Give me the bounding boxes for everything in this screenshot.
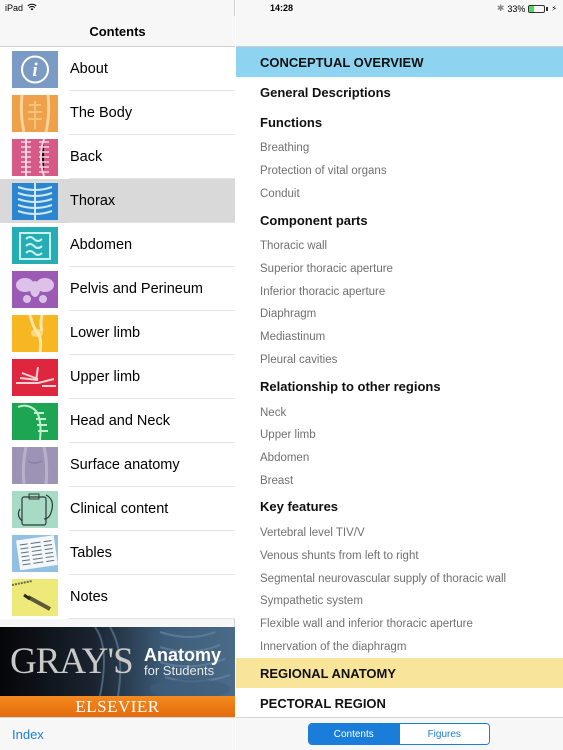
bluetooth-icon: ✱ <box>496 3 505 13</box>
chapter-item-clinical-content[interactable]: Clinical content <box>0 487 235 531</box>
spine-icon <box>12 138 58 176</box>
info-icon: i <box>12 50 58 88</box>
contents-sidebar: Contents i About The Body Back Thorax Abdomen… <box>0 0 235 750</box>
subtopic-item[interactable]: Pleural cavities <box>236 349 563 372</box>
chapter-label: Thorax <box>70 193 116 209</box>
section-header[interactable]: CONCEPTUAL OVERVIEW <box>236 47 563 77</box>
subtopic-item[interactable]: Inferior thoracic aperture <box>236 280 563 303</box>
subtopic-item[interactable]: Breast <box>236 469 563 492</box>
chapter-label: Upper limb <box>70 369 141 385</box>
subtopic-item[interactable]: Mediastinum <box>236 326 563 349</box>
chapter-list: i About The Body Back Thorax Abdomen Pelvis an… <box>0 47 235 619</box>
chapter-item-about[interactable]: i About <box>0 47 235 91</box>
chapter-item-upper-limb[interactable]: Upper limb <box>0 355 235 399</box>
topic-heading[interactable]: Functions <box>236 107 563 137</box>
topic-heading[interactable]: PECTORAL REGION <box>236 688 563 717</box>
chapter-label: Tables <box>70 545 112 561</box>
segment-figures[interactable]: Figures <box>398 724 489 744</box>
chapter-label: Clinical content <box>70 501 169 517</box>
device-name: iPad <box>5 3 24 13</box>
subtopic-item[interactable]: Protection of vital organs <box>236 160 563 183</box>
subtopic-item[interactable]: Segmental neurovascular supply of thorac… <box>236 567 563 590</box>
pelvis-icon <box>12 270 58 308</box>
index-link[interactable]: Index <box>12 727 44 742</box>
table-icon <box>12 534 58 572</box>
grays-anatomy-banner: GRAY'S Anatomy for Students <box>0 627 235 696</box>
topic-heading[interactable]: Component parts <box>236 205 563 235</box>
subtopic-item[interactable]: Sympathetic system <box>236 590 563 613</box>
topic-heading[interactable]: Relationship to other regions <box>236 371 563 401</box>
charging-icon: ⚡ <box>551 4 557 13</box>
chapter-contents-pane: CONCEPTUAL OVERVIEW General Descriptions F… <box>236 0 563 750</box>
intestines-icon <box>12 226 58 264</box>
notepad-pencil-icon <box>12 578 58 616</box>
publisher-banner: ELSEVIER <box>0 696 235 717</box>
subtopic-item[interactable]: Flexible wall and inferior thoracic aper… <box>236 613 563 636</box>
clipboard-stethoscope-icon <box>12 490 58 528</box>
chapter-item-surface-anatomy[interactable]: Surface anatomy <box>0 443 235 487</box>
subtopic-item[interactable]: Conduit <box>236 182 563 205</box>
chapter-label: Notes <box>70 589 108 605</box>
detail-toolbar: Contents Figures <box>236 717 563 750</box>
sidebar-toolbar: Index <box>0 717 235 750</box>
chapter-item-the-body[interactable]: The Body <box>0 91 235 135</box>
chapter-label: The Body <box>70 105 133 121</box>
hand-icon <box>12 358 58 396</box>
battery-icon <box>528 4 546 13</box>
svg-text:i: i <box>32 60 38 81</box>
subtopic-item[interactable]: Diaphragm <box>236 303 563 326</box>
chapter-item-abdomen[interactable]: Abdomen <box>0 223 235 267</box>
subtopic-item[interactable]: Venous shunts from left to right <box>236 545 563 568</box>
chapter-label: Surface anatomy <box>70 457 180 473</box>
torso-icon <box>12 94 58 132</box>
chapter-item-back[interactable]: Back <box>0 135 235 179</box>
chapter-label: Abdomen <box>70 237 133 253</box>
status-bar: iPad 14:28 ✱ 33% ⚡ <box>0 0 563 16</box>
chapter-label: Pelvis and Perineum <box>70 281 203 297</box>
ribcage-icon <box>12 182 58 220</box>
subtopic-item[interactable]: Abdomen <box>236 447 563 470</box>
chapter-item-lower-limb[interactable]: Lower limb <box>0 311 235 355</box>
subtopic-item[interactable]: Innervation of the diaphragm <box>236 635 563 658</box>
subtopic-item[interactable]: Breathing <box>236 137 563 160</box>
contents-figures-segmented-control: Contents Figures <box>308 723 490 745</box>
wifi-icon <box>27 3 37 13</box>
chapter-item-pelvis-and-perineum[interactable]: Pelvis and Perineum <box>0 267 235 311</box>
sidebar-title: Contents <box>89 23 146 39</box>
subtopic-item[interactable]: Upper limb <box>236 424 563 447</box>
topic-heading[interactable]: Key features <box>236 492 563 522</box>
section-header[interactable]: REGIONAL ANATOMY <box>236 658 563 689</box>
sidebar-nav-bar: Contents <box>0 16 235 47</box>
chapter-label: Back <box>70 149 103 165</box>
clock: 14:28 <box>270 3 294 13</box>
neck-icon <box>12 402 58 440</box>
chapter-item-head-and-neck[interactable]: Head and Neck <box>0 399 235 443</box>
segment-contents[interactable]: Contents <box>309 724 399 744</box>
body-surface-icon <box>12 446 58 484</box>
banner-brand: GRAY'S <box>10 641 134 682</box>
subtopic-item[interactable]: Vertebral level TIV/V <box>236 522 563 545</box>
chapter-item-tables[interactable]: Tables <box>0 531 235 575</box>
topic-heading[interactable]: General Descriptions <box>236 77 563 107</box>
battery-level <box>529 5 535 12</box>
subtopic-item[interactable]: Thoracic wall <box>236 235 563 258</box>
battery-percent: 33% <box>507 3 526 14</box>
chapter-item-thorax[interactable]: Thorax <box>0 179 235 223</box>
subtopic-item[interactable]: Neck <box>236 401 563 424</box>
banner-subtitle: for Students <box>144 663 215 678</box>
contents-list[interactable]: CONCEPTUAL OVERVIEW General Descriptions F… <box>236 47 563 717</box>
knee-icon <box>12 314 58 352</box>
battery-tip <box>546 6 549 11</box>
subtopic-item[interactable]: Superior thoracic aperture <box>236 258 563 281</box>
chapter-label: About <box>70 61 108 77</box>
chapter-label: Head and Neck <box>70 413 170 429</box>
chapter-label: Lower limb <box>70 325 141 341</box>
chapter-item-notes[interactable]: Notes <box>0 575 235 619</box>
